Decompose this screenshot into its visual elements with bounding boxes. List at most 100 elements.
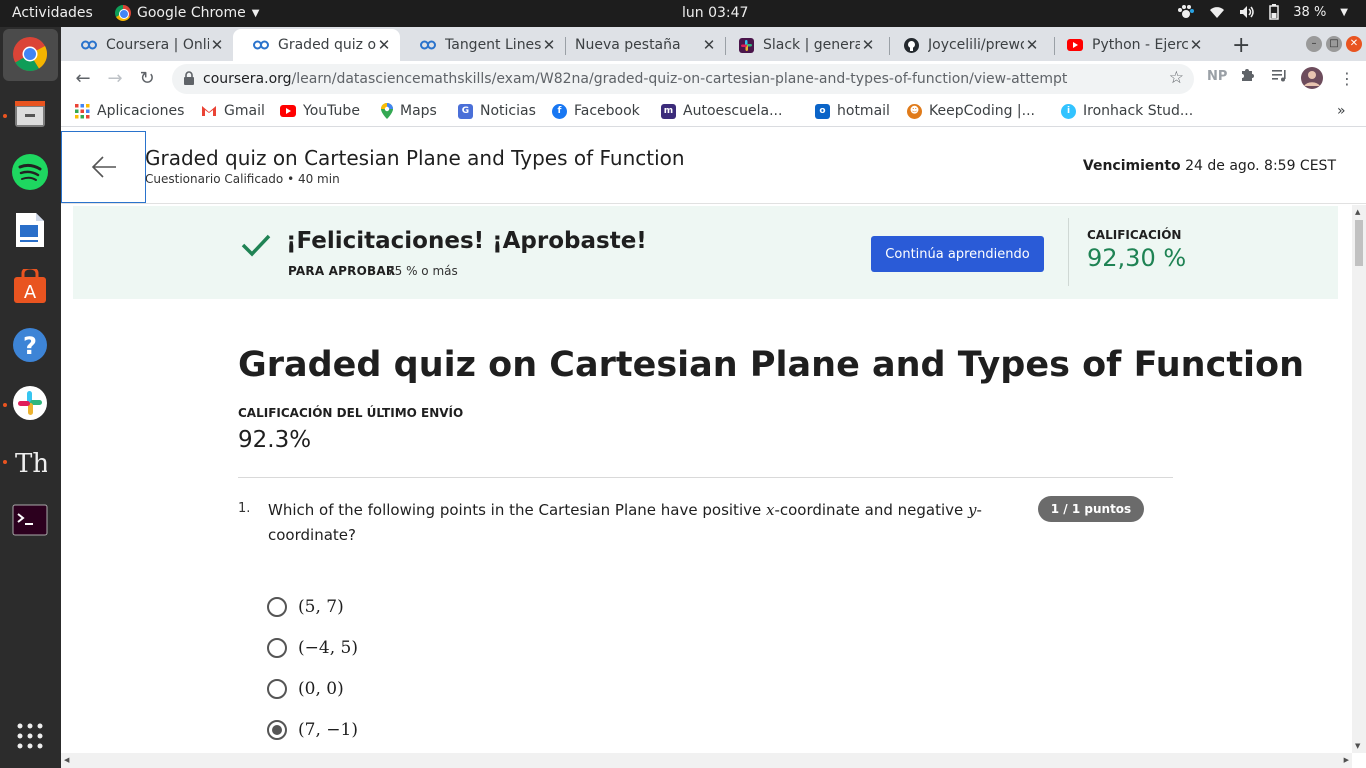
back-button[interactable]: [61, 131, 146, 203]
scroll-down-icon[interactable]: ▼: [1355, 742, 1360, 750]
show-applications-icon[interactable]: [11, 717, 49, 755]
bookmark-youtube[interactable]: YouTube: [280, 103, 360, 119]
software-center-dock-icon[interactable]: A: [11, 268, 49, 306]
close-tab-icon[interactable]: ✕: [1024, 36, 1040, 54]
bookmark-autoescuela[interactable]: m Autoescuela...: [661, 103, 782, 119]
running-indicator: [3, 403, 7, 407]
close-window-icon[interactable]: ✕: [1346, 36, 1362, 52]
radio-button[interactable]: [267, 597, 287, 617]
question-number: 1.: [238, 501, 251, 516]
terminal-dock-icon[interactable]: [11, 501, 49, 539]
bookmark-ironhack[interactable]: i Ironhack Stud...: [1061, 103, 1193, 119]
new-tab-plus-icon[interactable]: +: [1232, 33, 1250, 58]
reload-icon[interactable]: ↻: [135, 67, 159, 91]
maps-icon: [381, 103, 393, 119]
svg-text:?: ?: [23, 332, 37, 360]
url-text: coursera.org/learn/datasciencemathskills…: [203, 71, 1067, 87]
grade-label: CALIFICACIÓN: [1087, 228, 1182, 242]
spotify-dock-icon[interactable]: [11, 153, 49, 191]
bookmarks-overflow-icon[interactable]: »: [1337, 103, 1346, 119]
close-tab-icon[interactable]: ✕: [1188, 36, 1204, 54]
radio-button[interactable]: [267, 638, 287, 658]
bookmark-label: KeepCoding |...: [929, 103, 1035, 119]
github-icon: [903, 37, 919, 53]
scroll-left-icon[interactable]: ◀: [64, 756, 69, 764]
tab-title: Nueva pestaña: [575, 37, 681, 53]
typora-dock-icon[interactable]: Th: [11, 442, 49, 480]
back-arrow-icon[interactable]: ←: [71, 67, 95, 91]
radio-button[interactable]: [267, 679, 287, 699]
answer-option-selected[interactable]: (7, −1): [267, 720, 358, 740]
answer-option-label: (0, 0): [298, 679, 344, 699]
svg-text:A: A: [24, 282, 37, 303]
media-queue-icon[interactable]: [1271, 67, 1288, 87]
bookmark-facebook[interactable]: f Facebook: [552, 103, 640, 119]
address-bar[interactable]: coursera.org/learn/datasciencemathskills…: [172, 64, 1194, 94]
tab-new-tab[interactable]: Nueva pestaña ✕: [555, 29, 725, 61]
bookmark-apps[interactable]: Aplicaciones: [75, 103, 184, 119]
scroll-right-icon[interactable]: ▶: [1344, 756, 1349, 764]
maximize-icon[interactable]: □: [1326, 36, 1342, 52]
continue-learning-button[interactable]: Continúa aprendiendo: [871, 236, 1044, 272]
forward-arrow-icon[interactable]: →: [103, 67, 127, 91]
np-extension-icon[interactable]: NP: [1207, 69, 1227, 84]
bookmark-noticias[interactable]: G Noticias: [458, 103, 536, 119]
tab-slack[interactable]: Slack | general ✕: [718, 29, 884, 61]
quiz-header-subtitle: Cuestionario Calificado • 40 min: [145, 172, 340, 186]
horizontal-scrollbar[interactable]: ◀ ▶: [61, 753, 1352, 768]
tab-tangent-lines[interactable]: Tangent Lines ✕: [400, 29, 565, 61]
bookmark-maps[interactable]: Maps: [381, 103, 437, 119]
scrollbar-thumb[interactable]: [1355, 220, 1363, 266]
system-menu-caret-icon: ▼: [1340, 6, 1348, 18]
tab-title: Graded quiz on: [278, 37, 376, 53]
slack-dock-icon[interactable]: [11, 384, 49, 422]
chrome-dock-icon[interactable]: [11, 35, 49, 73]
battery-level: 38 %: [1293, 4, 1327, 20]
system-top-bar: Actividades Google Chrome ▼ lun 03:47 38…: [0, 0, 1366, 27]
file-manager-dock-icon[interactable]: [11, 95, 49, 133]
system-tray[interactable]: 38 % ▼: [1177, 4, 1348, 20]
bookmark-star-icon[interactable]: ☆: [1169, 68, 1184, 88]
close-tab-icon[interactable]: ✕: [701, 36, 717, 54]
last-submission-label: CALIFICACIÓN DEL ÚLTIMO ENVÍO: [238, 406, 464, 420]
tab-graded-quiz[interactable]: Graded quiz on ✕: [233, 29, 400, 61]
answer-option-label: (7, −1): [298, 720, 358, 740]
close-tab-icon[interactable]: ✕: [209, 36, 225, 54]
activities-button[interactable]: Actividades: [12, 5, 93, 21]
tab-title: Slack | general: [763, 37, 860, 53]
answer-option[interactable]: (5, 7): [267, 597, 344, 617]
bookmark-label: Facebook: [574, 103, 640, 119]
last-submission-grade: 92.3%: [238, 427, 312, 453]
extensions-puzzle-icon[interactable]: [1239, 67, 1255, 87]
tab-youtube[interactable]: Python - Ejerci ✕: [1047, 29, 1212, 61]
answer-option[interactable]: (0, 0): [267, 679, 344, 699]
minimize-icon[interactable]: –: [1306, 36, 1322, 52]
coursera-icon: [420, 37, 436, 53]
volume-icon: [1240, 6, 1255, 18]
tab-github[interactable]: Joycelili/prewo ✕: [883, 29, 1048, 61]
bookmark-keepcoding[interactable]: ☻ KeepCoding |...: [907, 103, 1035, 119]
close-tab-icon[interactable]: ✕: [376, 36, 392, 54]
bookmark-label: Noticias: [480, 103, 536, 119]
answer-option[interactable]: (−4, 5): [267, 638, 358, 658]
writer-dock-icon[interactable]: [11, 211, 49, 249]
question-text-part: Which of the following points in the Car…: [268, 501, 766, 519]
app-menu[interactable]: Google Chrome ▼: [115, 5, 259, 21]
close-tab-icon[interactable]: ✕: [860, 36, 876, 54]
vertical-scrollbar[interactable]: ▲ ▼: [1352, 205, 1366, 753]
scroll-up-icon[interactable]: ▲: [1355, 208, 1360, 216]
bookmark-hotmail[interactable]: o hotmail: [815, 103, 890, 119]
chrome-icon: [115, 5, 131, 21]
running-indicator: [3, 460, 7, 464]
profile-avatar[interactable]: [1301, 67, 1323, 93]
coursera-icon: [253, 37, 269, 53]
banner-divider: [1068, 218, 1069, 286]
radio-button-selected[interactable]: [267, 720, 287, 740]
gmail-icon: [202, 106, 216, 116]
help-dock-icon[interactable]: ?: [11, 326, 49, 364]
tab-coursera[interactable]: Coursera | Onli ✕: [61, 29, 233, 61]
clock[interactable]: lun 03:47: [682, 5, 748, 21]
chrome-menu-icon[interactable]: ⋮: [1339, 69, 1355, 88]
bookmark-gmail[interactable]: Gmail: [201, 103, 265, 119]
grade-value: 92,30 %: [1087, 244, 1187, 272]
